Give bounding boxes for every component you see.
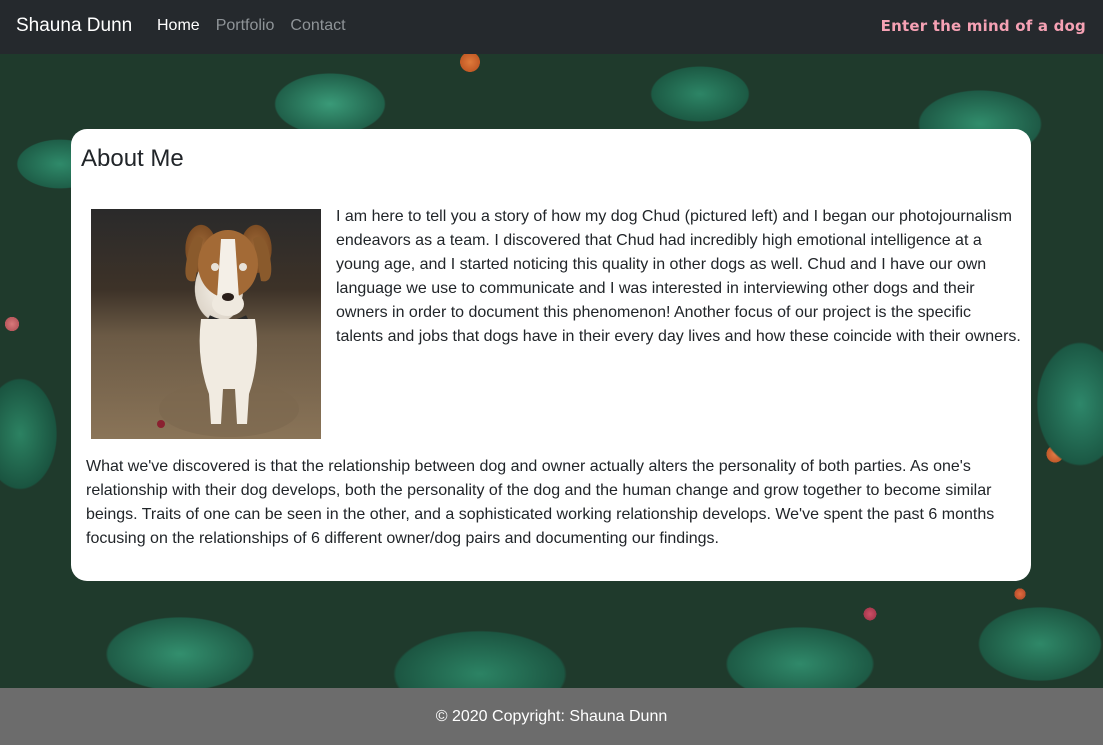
- footer-copyright: © 2020 Copyright: Shauna Dunn: [435, 707, 668, 725]
- page-footer: © 2020 Copyright: Shauna Dunn: [0, 688, 1103, 745]
- nav-link-contact[interactable]: Contact: [290, 16, 345, 36]
- about-paragraph-1: I am here to tell you a story of how my …: [336, 208, 1021, 345]
- top-navbar: Shauna Dunn Home Portfolio Contact Enter…: [0, 0, 1103, 54]
- brand-link[interactable]: Shauna Dunn: [16, 14, 132, 38]
- about-paragraph-2: What we've discovered is that the relati…: [86, 458, 995, 547]
- nav-link-portfolio[interactable]: Portfolio: [216, 16, 275, 36]
- nav-link-home[interactable]: Home: [157, 16, 200, 36]
- dog-illustration: [157, 230, 299, 437]
- about-card: About Me I am here to tell you a story o…: [71, 129, 1031, 581]
- dog-photo: [91, 209, 321, 439]
- page-title: About Me: [81, 145, 184, 172]
- site-tagline: Enter the mind of a dog: [880, 17, 1086, 35]
- nav-links: Home Portfolio Contact: [157, 16, 362, 36]
